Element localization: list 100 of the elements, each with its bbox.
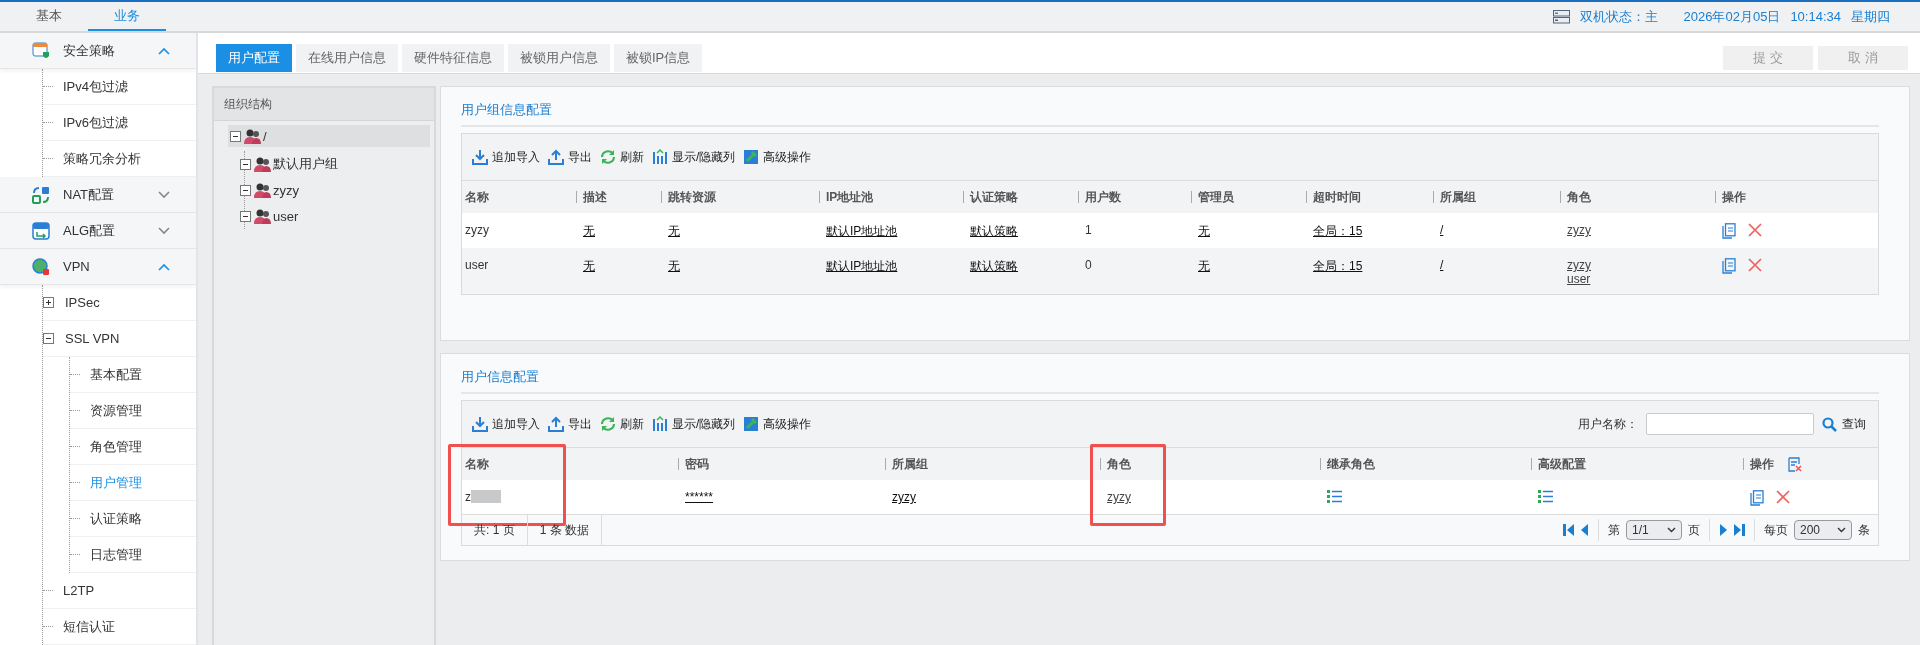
caret-icon <box>1667 527 1676 533</box>
role-link[interactable]: zyzy <box>1567 223 1591 237</box>
page-size-select[interactable]: 200 <box>1794 520 1852 540</box>
expander-icon[interactable] <box>230 130 241 142</box>
tree-node[interactable]: zyzy <box>240 177 434 203</box>
prev-page-icon[interactable] <box>1581 524 1589 536</box>
sidebar-item[interactable]: 角色管理 <box>70 429 196 465</box>
page-select[interactable]: 1/1 <box>1626 520 1682 540</box>
cell-link[interactable]: 无 <box>1198 223 1210 240</box>
expander-icon[interactable] <box>43 333 54 344</box>
sidebar-item[interactable]: L2TP <box>43 573 196 609</box>
toolbar-button[interactable]: 刷新 <box>600 415 644 433</box>
date-text: 2026年02月05日 <box>1683 7 1781 26</box>
clear-filter-icon[interactable] <box>1788 456 1802 472</box>
column-header: 操作 <box>1722 188 1746 206</box>
search-button[interactable]: 查询 <box>1822 415 1866 433</box>
column-header: 操作 <box>1750 455 1774 473</box>
last-page-icon[interactable] <box>1733 524 1745 536</box>
copy-icon[interactable] <box>1722 223 1736 239</box>
tree-node[interactable]: user <box>240 203 434 229</box>
role-link[interactable]: user <box>1567 272 1591 286</box>
column-header: 所属组 <box>892 455 928 473</box>
cell-link[interactable]: 无 <box>583 258 595 275</box>
copy-icon[interactable] <box>1750 490 1764 506</box>
role-link[interactable]: zyzy <box>1107 490 1131 504</box>
toolbar-button[interactable]: 追加导入 <box>472 148 540 166</box>
cell-link[interactable]: / <box>1440 223 1444 237</box>
sidebar-item[interactable]: IPv6包过滤 <box>43 105 196 141</box>
cell-link[interactable]: 无 <box>668 223 680 240</box>
weekday-text: 星期四 <box>1851 7 1890 26</box>
cell-link[interactable]: ****** <box>685 490 714 504</box>
pager-label: 页 <box>1688 521 1700 539</box>
toolbar-button[interactable]: 导出 <box>548 148 592 166</box>
column-header: 所属组 <box>1440 188 1476 206</box>
sidebar-section[interactable]: ALG配置 <box>0 213 196 249</box>
expander-icon[interactable] <box>240 210 251 222</box>
next-page-icon[interactable] <box>1719 524 1727 536</box>
cell-link[interactable]: 默认策略 <box>970 258 1018 275</box>
users-icon <box>254 208 272 224</box>
sidebar-item[interactable]: SSL VPN <box>43 321 196 357</box>
table-cell: 0 <box>1085 258 1092 272</box>
tab[interactable]: 在线用户信息 <box>296 44 398 72</box>
tab[interactable]: 被锁IP信息 <box>614 44 703 72</box>
delete-icon[interactable] <box>1748 223 1762 237</box>
cell-link[interactable]: 默认IP地址池 <box>826 258 898 275</box>
column-header: 角色 <box>1107 455 1131 473</box>
users-icon <box>254 156 272 172</box>
panel-title: 用户组信息配置 <box>461 87 1879 127</box>
toolbar-button[interactable]: 导出 <box>548 415 592 433</box>
sidebar-item[interactable]: IPv4包过滤 <box>43 69 196 105</box>
sidebar-item[interactable]: 短信认证 <box>43 609 196 645</box>
tree-node[interactable]: / <box>228 125 430 147</box>
toolbar-button[interactable]: 显示/隐藏列 <box>652 415 736 433</box>
list-icon[interactable] <box>1327 490 1342 503</box>
column-header: 认证策略 <box>970 188 1018 206</box>
pager-label: 第 <box>1608 521 1620 539</box>
role-link[interactable]: zyzy <box>1567 258 1591 272</box>
cell-link[interactable]: 无 <box>1198 258 1210 275</box>
list-icon[interactable] <box>1538 490 1553 503</box>
export-icon <box>548 149 564 165</box>
delete-icon[interactable] <box>1776 490 1790 504</box>
toolbar-button[interactable]: 高级操作 <box>743 148 812 166</box>
toolbar-button[interactable]: 追加导入 <box>472 415 540 433</box>
sidebar-item[interactable]: IPSec <box>43 285 196 321</box>
tab[interactable]: 被锁用户信息 <box>508 44 610 72</box>
sidebar-item[interactable]: 日志管理 <box>70 537 196 573</box>
toolbar-button[interactable]: 高级操作 <box>743 415 812 433</box>
cell-link[interactable]: / <box>1440 258 1444 272</box>
cell-link[interactable]: zyzy <box>892 490 916 504</box>
copy-icon[interactable] <box>1722 258 1736 274</box>
sidebar-item[interactable]: 基本配置 <box>70 357 196 393</box>
cell-link[interactable]: 全局：15 <box>1313 258 1363 275</box>
cell-link[interactable]: 全局：15 <box>1313 223 1363 240</box>
sidebar-section[interactable]: 安全策略 <box>0 33 196 69</box>
expander-icon[interactable] <box>240 158 251 170</box>
sidebar-item[interactable]: 资源管理 <box>70 393 196 429</box>
column-header: 管理员 <box>1198 188 1234 206</box>
delete-icon[interactable] <box>1748 258 1762 272</box>
sidebar-section[interactable]: VPN <box>0 249 196 285</box>
sidebar-section[interactable]: NAT配置 <box>0 177 196 213</box>
toolbar-button[interactable]: 显示/隐藏列 <box>652 148 736 166</box>
search-field[interactable] <box>1646 413 1814 435</box>
first-page-icon[interactable] <box>1563 524 1575 536</box>
tree-node[interactable]: 默认用户组 <box>240 151 434 177</box>
refresh-icon <box>600 416 616 432</box>
sidebar-item[interactable]: 认证策略 <box>70 501 196 537</box>
expander-icon[interactable] <box>43 297 54 308</box>
users-icon <box>244 128 262 144</box>
cell-link[interactable]: 无 <box>583 223 595 240</box>
toolbar-button[interactable]: 刷新 <box>600 148 644 166</box>
wrench-icon <box>743 149 760 165</box>
columns-icon <box>652 416 668 432</box>
tab[interactable]: 硬件特征信息 <box>402 44 504 72</box>
table-cell: z <box>465 490 471 504</box>
import-icon <box>472 149 488 165</box>
sidebar-item[interactable]: 用户管理 <box>70 465 196 501</box>
users-icon <box>254 182 272 198</box>
top-tab[interactable]: 基本 <box>10 2 88 31</box>
cell-link[interactable]: 无 <box>668 258 680 275</box>
expander-icon[interactable] <box>240 184 251 196</box>
